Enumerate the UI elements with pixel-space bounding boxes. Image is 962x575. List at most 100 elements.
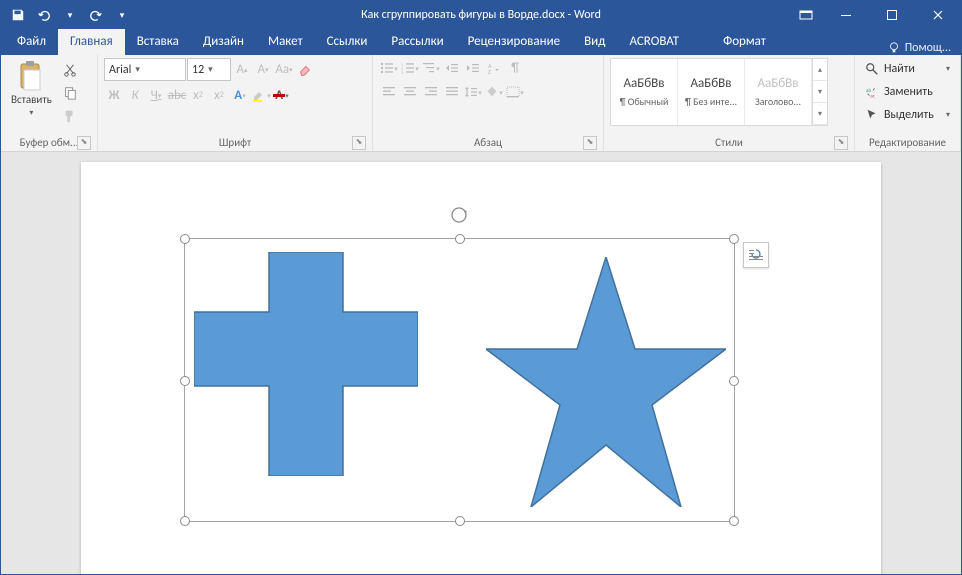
borders-button[interactable]: ▾ xyxy=(505,82,525,102)
style-gallery[interactable]: АаБбВв¶ Обычный АаБбВв¶ Без инте... АаБб… xyxy=(610,58,828,126)
resize-handle-s[interactable] xyxy=(455,516,465,526)
resize-handle-ne[interactable] xyxy=(729,234,739,244)
page[interactable] xyxy=(81,162,881,574)
quick-access-toolbar: ▾ ▾ xyxy=(1,4,139,26)
style-heading[interactable]: АаБбВвЗаголово... xyxy=(745,59,812,125)
group-font-label: Шрифт xyxy=(219,136,251,149)
select-button[interactable]: Выделить▾ xyxy=(861,104,954,126)
copy-button[interactable] xyxy=(60,83,80,103)
group-paragraph-label: Абзац xyxy=(474,136,502,149)
strikethrough-button[interactable]: abc xyxy=(167,85,187,105)
undo-button[interactable] xyxy=(33,4,55,26)
find-button[interactable]: Найти▾ xyxy=(861,58,954,80)
ribbon-options-button[interactable] xyxy=(789,1,823,29)
resize-handle-w[interactable] xyxy=(180,376,190,386)
tab-acrobat[interactable]: ACROBAT xyxy=(617,29,691,55)
style-no-spacing[interactable]: АаБбВв¶ Без инте... xyxy=(678,59,745,125)
layout-options-button[interactable] xyxy=(743,242,769,268)
dialog-launcher-icon[interactable]: ⬊ xyxy=(834,136,848,150)
resize-handle-nw[interactable] xyxy=(180,234,190,244)
shape-cross[interactable] xyxy=(194,252,418,476)
tab-design[interactable]: Дизайн xyxy=(191,29,256,55)
dialog-launcher-icon[interactable]: ⬊ xyxy=(352,136,366,150)
cut-button[interactable] xyxy=(60,60,80,80)
resize-handle-n[interactable] xyxy=(455,234,465,244)
grow-font-button[interactable]: A▴ xyxy=(232,60,252,80)
chevron-up-icon[interactable]: ▴ xyxy=(813,59,827,81)
shading-button[interactable]: ▾ xyxy=(484,82,504,102)
subscript-button[interactable]: x2 xyxy=(188,85,208,105)
line-spacing-button[interactable]: ▾ xyxy=(463,82,483,102)
chevron-down-icon: ▾ xyxy=(946,64,950,74)
chevron-down-icon[interactable]: ▾ xyxy=(813,81,827,103)
paste-button[interactable]: Вставить▾ xyxy=(7,58,56,121)
tab-home[interactable]: Главная xyxy=(58,29,125,55)
justify-button[interactable] xyxy=(442,82,462,102)
dialog-launcher-icon[interactable]: ⬊ xyxy=(77,136,91,150)
tab-file[interactable]: Файл xyxy=(5,29,58,55)
font-name-combo[interactable]: Arial▾ xyxy=(104,58,186,81)
highlight-button[interactable]: ▾ xyxy=(251,85,271,105)
font-color-button[interactable]: A▾ xyxy=(272,85,292,105)
tab-view[interactable]: Вид xyxy=(572,29,617,55)
decrease-indent-button[interactable] xyxy=(442,58,462,78)
titlebar: ▾ ▾ Как сгруппировать фигуры в Ворде.doc… xyxy=(1,1,961,29)
dialog-launcher-icon[interactable]: ⬊ xyxy=(583,136,597,150)
multilevel-list-button[interactable]: ▾ xyxy=(421,58,441,78)
numbering-button[interactable]: 123▾ xyxy=(400,58,420,78)
bold-button[interactable]: Ж xyxy=(104,85,124,105)
select-label: Выделить xyxy=(884,108,934,122)
cursor-icon xyxy=(865,108,879,122)
shrink-font-button[interactable]: A▾ xyxy=(253,60,273,80)
shape-star[interactable] xyxy=(486,257,726,507)
redo-button[interactable] xyxy=(85,4,107,26)
tab-review[interactable]: Рецензирование xyxy=(456,29,572,55)
group-editing: Найти▾ abac Заменить Выделить▾ Редактиро… xyxy=(855,55,961,151)
rotate-handle[interactable] xyxy=(450,206,468,224)
tab-references[interactable]: Ссылки xyxy=(315,29,380,55)
maximize-button[interactable] xyxy=(869,1,915,29)
qat-customize-icon[interactable]: ▾ xyxy=(111,4,133,26)
show-marks-button[interactable]: ¶ xyxy=(505,58,525,78)
align-center-button[interactable] xyxy=(400,82,420,102)
gallery-expand-icon[interactable]: ▾ xyxy=(813,103,827,125)
text-effects-button[interactable]: A▾ xyxy=(230,85,250,105)
chevron-down-icon: ▾ xyxy=(208,64,213,75)
style-normal[interactable]: АаБбВв¶ Обычный xyxy=(611,59,678,125)
tab-layout[interactable]: Макет xyxy=(256,29,315,55)
resize-handle-se[interactable] xyxy=(729,516,739,526)
bullets-button[interactable]: ▾ xyxy=(379,58,399,78)
svg-text:Z: Z xyxy=(488,68,491,74)
tab-insert[interactable]: Вставка xyxy=(125,29,191,55)
italic-button[interactable]: К xyxy=(125,85,145,105)
tell-me-icon xyxy=(887,41,901,55)
chevron-down-icon: ▾ xyxy=(29,108,33,118)
document-area[interactable] xyxy=(1,152,961,574)
group-clipboard: Вставить▾ Буфер обм...⬊ xyxy=(1,55,98,151)
group-editing-label: Редактирование xyxy=(869,136,946,149)
underline-button[interactable]: Ч▾ xyxy=(146,85,166,105)
resize-handle-sw[interactable] xyxy=(180,516,190,526)
close-button[interactable] xyxy=(915,1,961,29)
minimize-button[interactable] xyxy=(823,1,869,29)
font-size-combo[interactable]: 12▾ xyxy=(187,58,231,81)
align-left-button[interactable] xyxy=(379,82,399,102)
superscript-button[interactable]: x2 xyxy=(209,85,229,105)
resize-handle-e[interactable] xyxy=(729,376,739,386)
gallery-scroll[interactable]: ▴▾▾ xyxy=(812,59,827,125)
undo-dropdown-icon[interactable]: ▾ xyxy=(59,4,81,26)
tell-me-label[interactable]: Помощ... xyxy=(905,41,951,55)
align-right-button[interactable] xyxy=(421,82,441,102)
tab-mailings[interactable]: Рассылки xyxy=(379,29,455,55)
format-painter-button[interactable] xyxy=(60,106,80,126)
sort-button[interactable]: AZ xyxy=(484,58,504,78)
group-paragraph: ▾ 123▾ ▾ AZ ¶ ▾ ▾ ▾ Абза xyxy=(373,55,604,151)
increase-indent-button[interactable] xyxy=(463,58,483,78)
save-button[interactable] xyxy=(7,4,29,26)
change-case-button[interactable]: Aa▾ xyxy=(274,60,294,80)
group-styles-label: Стили xyxy=(715,136,743,149)
group-styles: АаБбВв¶ Обычный АаБбВв¶ Без инте... АаБб… xyxy=(604,55,855,151)
tab-format[interactable]: Формат xyxy=(711,29,778,55)
clear-formatting-button[interactable] xyxy=(295,60,315,80)
replace-button[interactable]: abac Заменить xyxy=(861,81,954,103)
